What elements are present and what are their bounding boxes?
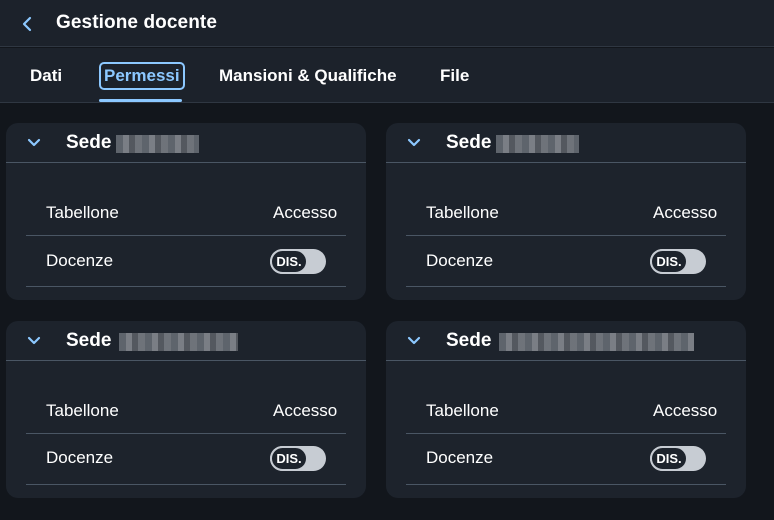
access-toggle[interactable]: DIS.: [270, 249, 326, 274]
column-header-accesso: Accesso: [653, 203, 718, 222]
back-button[interactable]: [14, 11, 40, 37]
chevron-down-icon: [27, 138, 41, 147]
sede-card: Sede Tabellone Accesso Docenze DIS.: [6, 321, 366, 498]
access-toggle[interactable]: DIS.: [650, 446, 706, 471]
chevron-left-icon: [22, 16, 32, 32]
redacted-sede-name: [116, 135, 199, 153]
row-divider: [406, 433, 726, 434]
row-label-docenze: Docenze: [426, 448, 494, 467]
column-header-accesso: Accesso: [653, 401, 718, 420]
tab-permessi[interactable]: Permessi: [99, 62, 185, 90]
tab-file[interactable]: File: [440, 62, 469, 90]
row-label-docenze: Docenze: [46, 448, 114, 467]
row-divider: [26, 286, 346, 287]
row-label-docenze: Docenze: [46, 251, 114, 270]
access-toggle[interactable]: DIS.: [650, 249, 706, 274]
tab-bar: Dati Permessi Mansioni & Qualifiche File: [0, 48, 774, 103]
active-tab-indicator: [99, 99, 182, 102]
sede-card: Sede Tabellone Accesso Docenze DIS.: [386, 321, 746, 498]
toggle-state-label: DIS.: [270, 249, 308, 274]
column-header-accesso: Accesso: [273, 401, 338, 420]
row-label-docenze: Docenze: [426, 251, 494, 270]
toggle-state-label: DIS.: [650, 446, 688, 471]
row-divider: [406, 484, 726, 485]
row-divider: [26, 484, 346, 485]
toggle-state-label: DIS.: [270, 446, 308, 471]
chevron-down-icon: [407, 138, 421, 147]
tab-mansioni-qualifiche[interactable]: Mansioni & Qualifiche: [219, 62, 397, 90]
row-divider: [26, 235, 346, 236]
chevron-down-icon: [27, 336, 41, 345]
page-title: Gestione docente: [56, 12, 218, 33]
sede-card: Sede Tabellone Accesso Docenze DIS.: [6, 123, 366, 300]
sede-title: Sede: [66, 330, 112, 351]
redacted-sede-name: [499, 333, 694, 351]
sede-card-header[interactable]: Sede: [386, 123, 746, 163]
redacted-sede-name: [119, 333, 238, 351]
sede-card-header[interactable]: Sede: [386, 321, 746, 361]
tab-dati[interactable]: Dati: [30, 62, 62, 90]
redacted-sede-name: [496, 135, 579, 153]
column-header-tabellone: Tabellone: [426, 401, 499, 420]
sede-card-header[interactable]: Sede: [6, 321, 366, 361]
sede-card-header[interactable]: Sede: [6, 123, 366, 163]
chevron-down-icon: [407, 336, 421, 345]
row-divider: [406, 286, 726, 287]
access-toggle[interactable]: DIS.: [270, 446, 326, 471]
row-divider: [406, 235, 726, 236]
sede-title: Sede: [446, 330, 492, 351]
column-header-tabellone: Tabellone: [46, 401, 119, 420]
row-divider: [26, 433, 346, 434]
column-header-tabellone: Tabellone: [426, 203, 499, 222]
toggle-state-label: DIS.: [650, 249, 688, 274]
sede-title: Sede: [446, 132, 492, 153]
sede-card: Sede Tabellone Accesso Docenze DIS.: [386, 123, 746, 300]
column-header-tabellone: Tabellone: [46, 203, 119, 222]
column-header-accesso: Accesso: [273, 203, 338, 222]
sede-title: Sede: [66, 132, 112, 153]
app-header: Gestione docente: [0, 0, 774, 47]
